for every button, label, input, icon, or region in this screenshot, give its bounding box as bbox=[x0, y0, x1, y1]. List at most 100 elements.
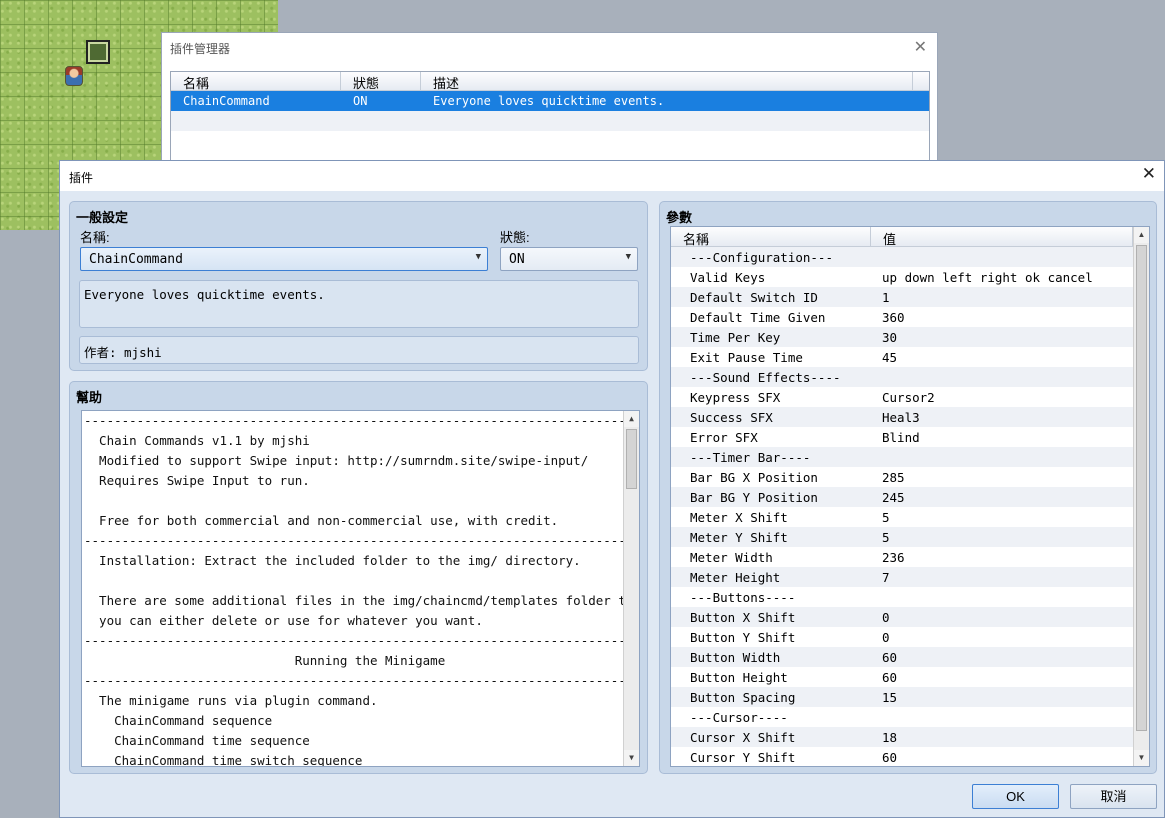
table-row[interactable]: ---Sound Effects---- bbox=[671, 367, 1149, 387]
help-text-content: ----------------------------------------… bbox=[82, 411, 639, 766]
param-value-cell: Heal3 bbox=[882, 409, 920, 425]
dialog-title: 插件 bbox=[69, 171, 94, 185]
column-header-status[interactable]: 狀態 bbox=[341, 72, 421, 91]
table-row[interactable]: Cursor Y Shift 60 bbox=[671, 747, 1149, 766]
general-settings-group: 一般設定 名稱: ChainCommand ▼ 狀態: ON ▼ Everyon… bbox=[69, 201, 648, 371]
param-name-cell: Button Height bbox=[690, 669, 788, 685]
plugin-list-row-empty[interactable] bbox=[171, 111, 929, 131]
param-value-cell: 60 bbox=[882, 749, 898, 765]
parameters-table[interactable]: 名稱 值 ---Configuration--- Valid Keys up dow… bbox=[670, 226, 1150, 767]
status-select[interactable]: ON ▼ bbox=[500, 247, 638, 271]
column-header-param-value[interactable]: 值 bbox=[871, 227, 1133, 247]
param-value-cell: up down left right ok cancel bbox=[882, 269, 1093, 285]
table-row[interactable]: Cursor X Shift 18 bbox=[671, 727, 1149, 747]
param-value-cell: 30 bbox=[882, 329, 898, 345]
name-label: 名稱: bbox=[80, 230, 110, 245]
help-text-line: ----------------------------------------… bbox=[84, 533, 639, 548]
plugin-list-row[interactable]: ChainCommand ON Everyone loves quicktime… bbox=[171, 91, 929, 111]
table-row[interactable]: Error SFX Blind bbox=[671, 427, 1149, 447]
column-header-name[interactable]: 名稱 bbox=[171, 72, 341, 91]
plugin-dialog: 插件 ✕ 一般設定 名稱: ChainCommand ▼ 狀態: ON ▼ Ev… bbox=[59, 160, 1165, 818]
param-name-cell: Valid Keys bbox=[690, 269, 766, 285]
param-value-cell: 60 bbox=[882, 669, 898, 685]
param-value-cell: 1 bbox=[882, 289, 890, 305]
table-row[interactable]: ---Cursor---- bbox=[671, 707, 1149, 727]
help-text-line bbox=[84, 491, 639, 511]
close-icon[interactable]: ✕ bbox=[1142, 164, 1156, 184]
table-row[interactable]: ---Timer Bar---- bbox=[671, 447, 1149, 467]
table-row[interactable]: Bar BG X Position 285 bbox=[671, 467, 1149, 487]
plugin-description-box: Everyone loves quicktime events. bbox=[79, 280, 639, 328]
help-scrollbar[interactable]: ▲ ▼ bbox=[623, 411, 639, 766]
param-value-cell: 5 bbox=[882, 509, 890, 525]
table-row[interactable]: Meter Height 7 bbox=[671, 567, 1149, 587]
ok-button[interactable]: OK bbox=[972, 784, 1059, 809]
param-value-cell: 18 bbox=[882, 729, 898, 745]
table-row[interactable]: Default Switch ID 1 bbox=[671, 287, 1149, 307]
parameters-header: 名稱 值 bbox=[671, 227, 1149, 247]
map-character-sprite[interactable] bbox=[65, 66, 83, 86]
table-row[interactable]: Bar BG Y Position 245 bbox=[671, 487, 1149, 507]
param-name-cell: Cursor Y Shift bbox=[690, 749, 796, 765]
dialog-title-bar: 插件 ✕ bbox=[60, 161, 1164, 191]
param-value-cell: 360 bbox=[882, 309, 905, 325]
table-row[interactable]: ---Buttons---- bbox=[671, 587, 1149, 607]
table-row[interactable]: Button X Shift 0 bbox=[671, 607, 1149, 627]
table-row[interactable]: Time Per Key 30 bbox=[671, 327, 1149, 347]
column-header-param-name[interactable]: 名稱 bbox=[671, 227, 871, 247]
param-value-cell: 285 bbox=[882, 469, 905, 485]
arrow-down-icon[interactable]: ▼ bbox=[624, 750, 639, 766]
table-row[interactable]: Button Height 60 bbox=[671, 667, 1149, 687]
general-settings-title: 一般設定 bbox=[76, 210, 129, 225]
table-row[interactable]: Button Width 60 bbox=[671, 647, 1149, 667]
param-value-cell: 0 bbox=[882, 629, 890, 645]
table-row[interactable]: Default Time Given 360 bbox=[671, 307, 1149, 327]
parameters-scrollbar[interactable]: ▲ ▼ bbox=[1133, 227, 1149, 766]
status-label: 狀態: bbox=[500, 230, 530, 245]
table-row[interactable]: Keypress SFX Cursor2 bbox=[671, 387, 1149, 407]
help-text-line: ----------------------------------------… bbox=[84, 413, 639, 428]
table-row[interactable]: Exit Pause Time 45 bbox=[671, 347, 1149, 367]
table-row[interactable]: Button Spacing 15 bbox=[671, 687, 1149, 707]
param-name-cell: Meter Height bbox=[690, 569, 781, 585]
help-text-line: ChainCommand time sequence bbox=[84, 733, 310, 748]
help-text-line: Running the Minigame bbox=[84, 653, 446, 668]
parameters-rows: ---Configuration--- Valid Keys up down lef… bbox=[671, 247, 1149, 766]
table-row[interactable]: ---Configuration--- bbox=[671, 247, 1149, 267]
help-title: 幫助 bbox=[76, 390, 103, 405]
close-icon[interactable]: ✕ bbox=[914, 37, 927, 57]
arrow-up-icon[interactable]: ▲ bbox=[624, 411, 639, 427]
arrow-up-icon[interactable]: ▲ bbox=[1134, 227, 1149, 243]
param-name-cell: Keypress SFX bbox=[690, 389, 781, 405]
table-row[interactable]: Meter Y Shift 5 bbox=[671, 527, 1149, 547]
map-tile-cursor bbox=[86, 40, 110, 64]
table-row[interactable]: Meter Width 236 bbox=[671, 547, 1149, 567]
column-header-description[interactable]: 描述 bbox=[421, 72, 913, 91]
help-text-line: Requires Swipe Input to run. bbox=[84, 473, 310, 488]
plugin-list-header: 名稱 狀態 描述 bbox=[171, 72, 929, 91]
plugin-status-cell: ON bbox=[353, 94, 368, 108]
parameters-title: 參數 bbox=[666, 210, 693, 225]
plugin-description-cell: Everyone loves quicktime events. bbox=[433, 94, 665, 108]
param-name-cell: Time Per Key bbox=[690, 329, 781, 345]
param-name-cell: Exit Pause Time bbox=[690, 349, 803, 365]
table-row[interactable]: Button Y Shift 0 bbox=[671, 627, 1149, 647]
param-value-cell: 236 bbox=[882, 549, 905, 565]
table-row[interactable]: Valid Keys up down left right ok cancel bbox=[671, 267, 1149, 287]
parameters-scrollbar-thumb[interactable] bbox=[1136, 245, 1147, 731]
help-scrollbar-thumb[interactable] bbox=[626, 429, 637, 489]
table-row[interactable]: Success SFX Heal3 bbox=[671, 407, 1149, 427]
table-row[interactable]: Meter X Shift 5 bbox=[671, 507, 1149, 527]
help-text-area[interactable]: ----------------------------------------… bbox=[81, 410, 640, 767]
param-value-cell: 245 bbox=[882, 489, 905, 505]
param-value-cell: 5 bbox=[882, 529, 890, 545]
plugin-list[interactable]: 名稱 狀態 描述 ChainCommand ON Everyone loves … bbox=[170, 71, 930, 171]
param-value-cell: 45 bbox=[882, 349, 898, 365]
arrow-down-icon[interactable]: ▼ bbox=[1134, 750, 1149, 766]
plugin-name-select[interactable]: ChainCommand ▼ bbox=[80, 247, 488, 271]
param-value-cell: 15 bbox=[882, 689, 898, 705]
param-name-cell: Meter Y Shift bbox=[690, 529, 788, 545]
param-value-cell: Cursor2 bbox=[882, 389, 935, 405]
param-name-cell: Error SFX bbox=[690, 429, 758, 445]
cancel-button[interactable]: 取消 bbox=[1070, 784, 1157, 809]
